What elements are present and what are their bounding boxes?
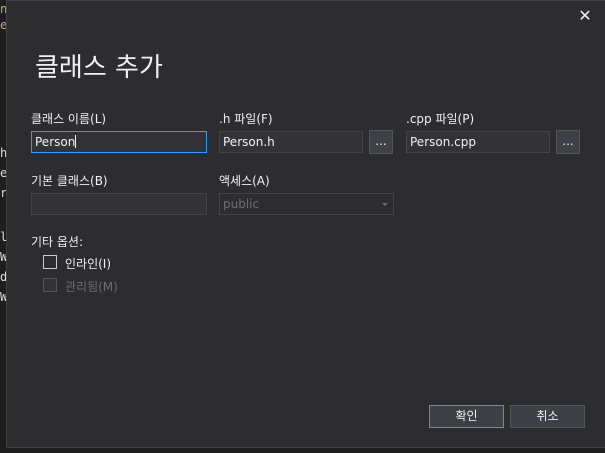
cpp-file-browse-button[interactable]: ... (556, 130, 580, 154)
access-label: 액세스(A) (219, 174, 270, 188)
close-icon[interactable]: ✕ (575, 6, 595, 26)
h-file-value: Person.h (223, 135, 275, 149)
access-select[interactable]: public (219, 193, 394, 215)
inline-checkbox-label[interactable]: 인라인(I) (65, 255, 111, 272)
cpp-file-input[interactable]: Person.cpp (406, 131, 550, 153)
cpp-file-value: Person.cpp (410, 135, 476, 149)
h-file-browse-button[interactable]: ... (369, 130, 393, 154)
add-class-dialog: ✕ 클래스 추가 클래스 이름(L) Person .h 파일(F) Perso… (6, 0, 605, 448)
access-value: public (223, 197, 260, 211)
class-name-value: Person (35, 135, 76, 149)
h-file-input[interactable]: Person.h (219, 131, 363, 153)
class-name-input[interactable]: Person (31, 131, 207, 153)
chevron-down-icon (382, 203, 388, 206)
cancel-button[interactable]: 취소 (510, 405, 585, 428)
cpp-file-label: .cpp 파일(P) (406, 112, 475, 126)
dialog-title: 클래스 추가 (35, 53, 163, 83)
inline-checkbox[interactable] (43, 255, 57, 269)
other-options-label: 기타 옵션: (31, 235, 84, 249)
base-class-label: 기본 클래스(B) (31, 174, 108, 188)
h-file-label: .h 파일(F) (219, 112, 273, 126)
managed-checkbox[interactable] (43, 278, 57, 292)
ok-button[interactable]: 확인 (429, 405, 504, 428)
text-caret (75, 135, 77, 148)
base-class-input[interactable] (31, 193, 207, 215)
managed-checkbox-label: 관리됨(M) (65, 280, 118, 294)
class-name-label: 클래스 이름(L) (31, 112, 107, 126)
